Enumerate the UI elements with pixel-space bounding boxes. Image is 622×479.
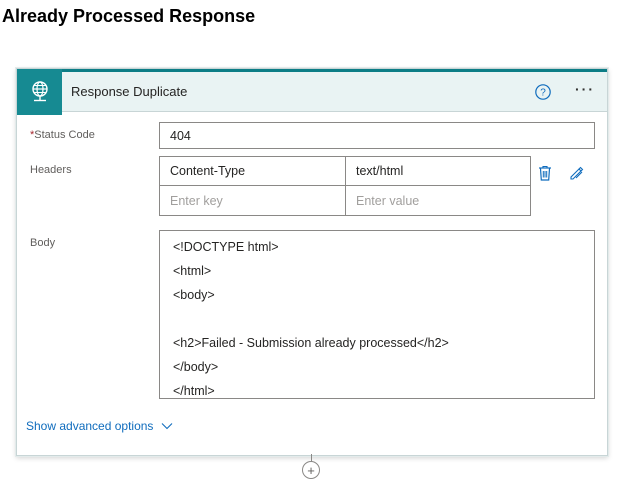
headers-table: Content-Type text/html Enter key Enter v…	[159, 156, 531, 216]
status-code-value: 404	[170, 128, 191, 143]
show-advanced-options-link[interactable]: Show advanced options	[26, 419, 173, 433]
new-header-key-placeholder: Enter key	[170, 193, 223, 208]
body-line: <html>	[173, 264, 212, 278]
header-value: text/html	[356, 164, 404, 178]
page-title: Already Processed Response	[2, 6, 256, 26]
header-value-field[interactable]: text/html	[346, 157, 530, 186]
header-key-field[interactable]: Content-Type	[160, 157, 346, 186]
svg-text:?: ?	[540, 88, 546, 99]
body-line: <!DOCTYPE html>	[173, 240, 279, 254]
question-circle-icon[interactable]: ?	[534, 83, 552, 101]
status-code-label-text: Status Code	[34, 129, 95, 141]
response-action-card: Response Duplicate ? ··· *Status Code 40…	[16, 68, 608, 456]
header-key: Content-Type	[170, 164, 246, 178]
new-header-value-placeholder: Enter value	[356, 193, 420, 208]
globe-network-icon	[31, 81, 48, 102]
text-mode-icon[interactable]	[568, 164, 586, 182]
plus-icon[interactable]: +	[302, 461, 320, 479]
ellipsis-icon[interactable]: ···	[575, 82, 599, 102]
new-header-value-field[interactable]: Enter value	[346, 186, 530, 215]
show-advanced-options-label: Show advanced options	[26, 419, 154, 433]
headers-label: Headers	[30, 164, 72, 176]
body-label: Body	[30, 237, 56, 249]
chevron-down-icon	[162, 423, 173, 430]
body-line: </body>	[173, 360, 219, 374]
status-code-input[interactable]: 404	[159, 122, 595, 149]
card-header[interactable]: Response Duplicate ? ···	[17, 69, 607, 115]
status-code-label: *Status Code	[30, 129, 95, 141]
body-line: <h2>Failed - Submission already processe…	[173, 336, 449, 350]
card-title[interactable]: Response Duplicate	[71, 84, 187, 99]
trash-icon[interactable]	[536, 164, 554, 182]
body-line	[173, 310, 594, 334]
body-line: </html>	[173, 384, 215, 398]
body-textarea[interactable]: <!DOCTYPE html> <html> <body> <h2>Failed…	[159, 230, 595, 399]
action-icon-tile	[17, 69, 62, 115]
body-line: <body>	[173, 288, 215, 302]
new-header-key-field[interactable]: Enter key	[160, 186, 346, 215]
